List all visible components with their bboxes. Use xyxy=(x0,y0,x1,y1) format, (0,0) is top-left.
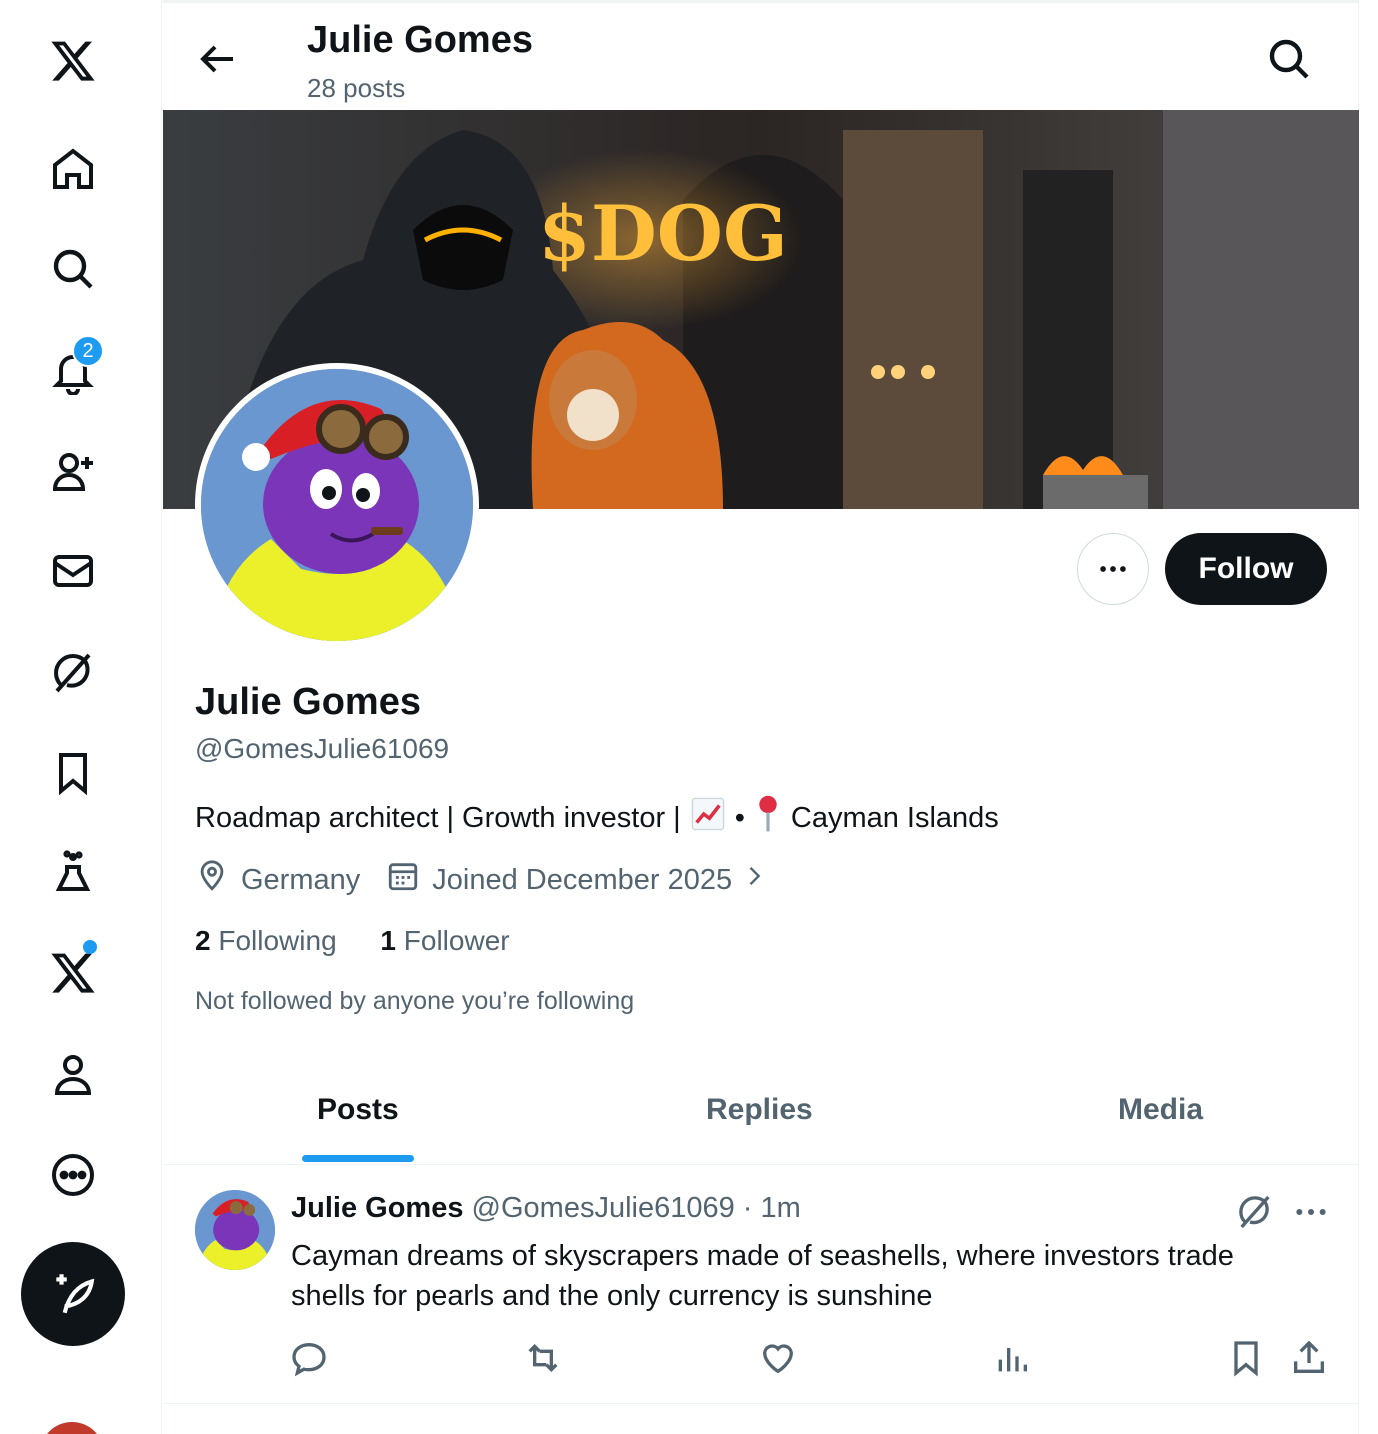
grok-icon[interactable] xyxy=(36,636,110,710)
repost-icon[interactable] xyxy=(523,1338,563,1378)
follow-button[interactable]: Follow xyxy=(1165,533,1327,605)
location-text: Germany xyxy=(241,863,361,896)
notification-badge: 2 xyxy=(72,335,104,367)
post-meta: @GomesJulie61069 · 1m xyxy=(471,1192,801,1224)
post-item[interactable]: Julie Gomes @GomesJulie61069 · 1m Cayman… xyxy=(163,1166,1359,1404)
post-header: Julie Gomes @GomesJulie61069 · 1m xyxy=(291,1192,801,1225)
not-followed-note: Not followed by anyone you’re following xyxy=(195,987,635,1015)
follow-icon[interactable] xyxy=(36,434,110,508)
premium-icon[interactable] xyxy=(36,936,110,1010)
sidebar-nav: 2 xyxy=(0,0,162,1434)
share-icon[interactable] xyxy=(1289,1338,1329,1378)
profile-icon[interactable] xyxy=(36,1038,110,1112)
chart-increasing-emoji-icon xyxy=(691,797,725,839)
profile-tabs: Posts Replies Media xyxy=(163,1063,1359,1165)
views-icon[interactable] xyxy=(992,1338,1032,1378)
profile-name: Julie Gomes xyxy=(195,681,421,723)
profile-bio: Roadmap architect | Growth investor | • … xyxy=(195,795,999,841)
messages-icon[interactable] xyxy=(36,534,110,608)
profile-avatar[interactable] xyxy=(195,363,479,647)
follow-stats: 2 Following 1 Follower xyxy=(195,925,510,957)
post-more-icon[interactable] xyxy=(1291,1192,1331,1232)
following-count: 2 xyxy=(195,925,211,956)
bookmark-icon[interactable] xyxy=(1226,1338,1266,1378)
active-tab-indicator xyxy=(302,1155,414,1162)
chevron-right-icon[interactable] xyxy=(740,862,768,898)
followers-label: Follower xyxy=(403,925,510,956)
following-label: Following xyxy=(218,925,337,956)
header-name: Julie Gomes xyxy=(307,19,533,61)
like-icon[interactable] xyxy=(758,1338,798,1378)
x-logo-icon[interactable] xyxy=(36,24,110,98)
post-avatar[interactable] xyxy=(195,1190,275,1270)
more-options-button[interactable] xyxy=(1077,533,1149,605)
post-author-name[interactable]: Julie Gomes xyxy=(291,1192,463,1224)
bookmarks-icon[interactable] xyxy=(36,736,110,810)
banner-graffiti-text: $DOG xyxy=(538,189,788,278)
grok-icon[interactable] xyxy=(1235,1192,1275,1232)
reply-icon[interactable] xyxy=(289,1338,329,1378)
premium-dot xyxy=(83,940,97,954)
profile-meta: Germany Joined December 2025 xyxy=(195,859,768,901)
joined-date[interactable]: Joined December 2025 xyxy=(432,864,732,897)
following-link[interactable]: 2 Following xyxy=(195,925,337,956)
back-arrow-icon[interactable] xyxy=(193,35,241,83)
round-pushpin-emoji-icon xyxy=(755,795,781,841)
followers-link[interactable]: 1 Follower xyxy=(380,925,509,956)
profile-column: Julie Gomes 28 posts $DOG Follow Julie G… xyxy=(163,0,1359,1434)
bio-separator: • xyxy=(734,801,745,834)
location-icon xyxy=(195,859,241,901)
explore-icon[interactable] xyxy=(36,232,110,306)
followers-count: 1 xyxy=(380,925,396,956)
search-icon[interactable] xyxy=(1265,35,1313,83)
compose-button[interactable] xyxy=(21,1242,125,1346)
tab-posts[interactable]: Posts xyxy=(317,1093,399,1127)
bio-text: Roadmap architect | Growth investor | xyxy=(195,801,681,834)
tab-media[interactable]: Media xyxy=(1118,1093,1203,1127)
labs-icon[interactable] xyxy=(36,836,110,910)
top-bar: Julie Gomes 28 posts xyxy=(163,3,1359,111)
post-text: Cayman dreams of skyscrapers made of sea… xyxy=(291,1240,1234,1312)
bio-location-text: Cayman Islands xyxy=(790,801,999,834)
home-icon[interactable] xyxy=(36,132,110,206)
profile-handle: @GomesJulie61069 xyxy=(195,733,450,764)
more-icon[interactable] xyxy=(36,1138,110,1212)
header-post-count: 28 posts xyxy=(307,73,406,103)
tab-replies[interactable]: Replies xyxy=(706,1093,813,1127)
calendar-icon xyxy=(386,859,432,901)
